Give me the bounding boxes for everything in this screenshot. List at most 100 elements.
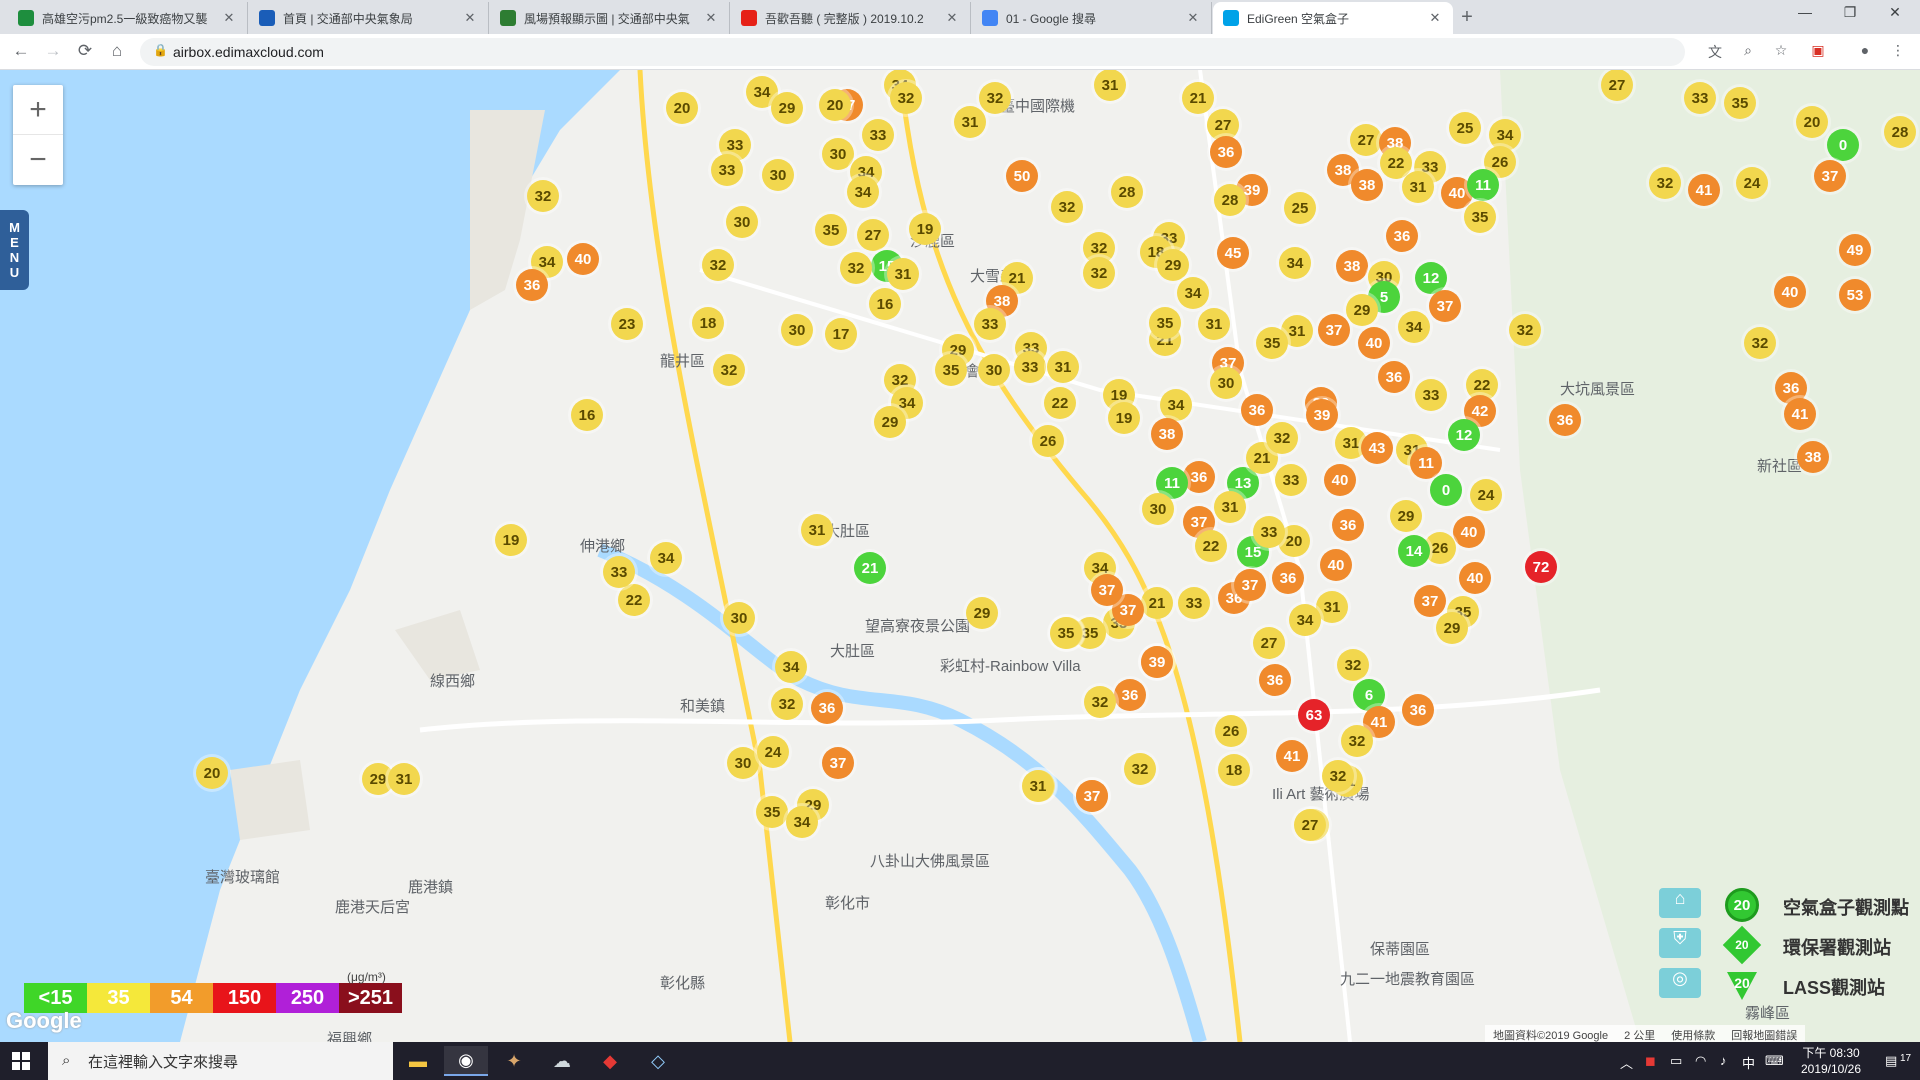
pm25-station-marker[interactable]: 31 bbox=[388, 763, 420, 795]
pm25-station-marker[interactable]: 19 bbox=[495, 524, 527, 556]
pm25-station-marker[interactable]: 30 bbox=[781, 314, 813, 346]
pm25-station-marker[interactable]: 35 bbox=[756, 796, 788, 828]
app-cloud-icon[interactable]: ☁ bbox=[540, 1046, 584, 1076]
pm25-station-marker[interactable]: 32 bbox=[1337, 649, 1369, 681]
pm25-station-marker[interactable]: 31 bbox=[954, 106, 986, 138]
pm25-station-marker[interactable]: 30 bbox=[727, 747, 759, 779]
pm25-station-marker[interactable]: 30 bbox=[1210, 367, 1242, 399]
browser-tab[interactable]: 01 - Google 搜尋 ✕ bbox=[972, 2, 1212, 34]
pm25-station-marker[interactable]: 31 bbox=[887, 258, 919, 290]
pm25-station-marker[interactable]: 20 bbox=[1796, 106, 1828, 138]
pm25-station-marker[interactable]: 33 bbox=[1014, 351, 1046, 383]
pm25-station-marker[interactable]: 32 bbox=[1341, 725, 1373, 757]
forward-icon[interactable]: → bbox=[42, 41, 64, 61]
pm25-station-marker[interactable]: 12 bbox=[1448, 419, 1480, 451]
pm25-station-marker[interactable]: 36 bbox=[1210, 136, 1242, 168]
pm25-station-marker[interactable]: 26 bbox=[1215, 715, 1247, 747]
pm25-station-marker[interactable]: 37 bbox=[1414, 585, 1446, 617]
pm25-station-marker[interactable]: 34 bbox=[1160, 389, 1192, 421]
pm25-station-marker[interactable]: 34 bbox=[650, 542, 682, 574]
restore-button[interactable]: ❐ bbox=[1830, 4, 1870, 21]
browser-tab[interactable]: 吾歡吾聽 ( 完整版 ) 2019.10.2 ✕ bbox=[731, 2, 971, 34]
pm25-station-marker[interactable]: 28 bbox=[1214, 184, 1246, 216]
pm25-station-marker[interactable]: 37 bbox=[1091, 574, 1123, 606]
pm25-station-marker[interactable]: 35 bbox=[1050, 617, 1082, 649]
pm25-station-marker[interactable]: 36 bbox=[1549, 404, 1581, 436]
pm25-station-marker[interactable]: 32 bbox=[1266, 422, 1298, 454]
pm25-station-marker[interactable]: 21 bbox=[854, 552, 886, 584]
close-window-button[interactable]: ✕ bbox=[1875, 4, 1915, 21]
pm25-station-marker[interactable]: 45 bbox=[1217, 237, 1249, 269]
pm25-station-marker[interactable]: 33 bbox=[1684, 82, 1716, 114]
pm25-station-marker[interactable]: 38 bbox=[1151, 418, 1183, 450]
url-text[interactable]: airbox.edimaxcloud.com bbox=[173, 44, 324, 60]
pm25-station-marker[interactable]: 35 bbox=[1149, 307, 1181, 339]
pm25-station-marker[interactable]: 37 bbox=[1234, 569, 1266, 601]
pm25-station-marker[interactable]: 29 bbox=[771, 92, 803, 124]
pm25-station-marker[interactable]: 38 bbox=[1336, 250, 1368, 282]
pm25-station-marker[interactable]: 40 bbox=[1324, 464, 1356, 496]
app-blue-icon[interactable]: ◇ bbox=[636, 1046, 680, 1076]
pm25-station-marker[interactable]: 24 bbox=[1470, 479, 1502, 511]
bookmark-star-icon[interactable]: ☆ bbox=[1771, 42, 1791, 59]
tab-close-icon[interactable]: ✕ bbox=[1427, 10, 1443, 26]
pm25-station-marker[interactable]: 36 bbox=[516, 269, 548, 301]
pm25-station-marker[interactable]: 30 bbox=[726, 206, 758, 238]
tab-close-icon[interactable]: ✕ bbox=[221, 10, 237, 26]
pm25-station-marker[interactable]: 30 bbox=[822, 138, 854, 170]
pm25-station-marker[interactable]: 32 bbox=[890, 82, 922, 114]
file-explorer-icon[interactable]: ▬ bbox=[396, 1046, 440, 1076]
notification-icon[interactable]: ▤ bbox=[1885, 1053, 1897, 1069]
pm25-station-marker[interactable]: 11 bbox=[1410, 447, 1442, 479]
pm25-station-marker[interactable]: 16 bbox=[571, 399, 603, 431]
browser-tab[interactable]: 高雄空污pm2.5一級致癌物又襲 ✕ bbox=[8, 2, 248, 34]
pm25-station-marker[interactable]: 37 bbox=[1814, 160, 1846, 192]
chrome-icon[interactable]: ◉ bbox=[444, 1046, 488, 1076]
pm25-station-marker[interactable]: 14 bbox=[1398, 535, 1430, 567]
reload-icon[interactable]: ⟳ bbox=[74, 41, 96, 61]
pm25-station-marker[interactable]: 72 bbox=[1525, 551, 1557, 583]
zoom-icon[interactable]: ⌕ bbox=[1738, 42, 1758, 59]
browser-tab[interactable]: EdiGreen 空氣盒子 ✕ bbox=[1213, 2, 1453, 34]
tray-keyboard-icon[interactable]: ⌨ bbox=[1765, 1053, 1784, 1069]
pm25-station-marker[interactable]: 27 bbox=[1601, 70, 1633, 101]
address-bar[interactable]: 🔒 airbox.edimaxcloud.com bbox=[140, 38, 1685, 66]
pm25-station-marker[interactable]: 34 bbox=[1279, 247, 1311, 279]
pm25-station-marker[interactable]: 24 bbox=[1736, 167, 1768, 199]
pm25-station-marker[interactable]: 33 bbox=[862, 119, 894, 151]
pm25-station-marker[interactable]: 32 bbox=[1083, 257, 1115, 289]
pm25-station-marker[interactable]: 34 bbox=[1398, 311, 1430, 343]
profile-icon[interactable]: ● bbox=[1855, 42, 1875, 58]
pm25-station-marker[interactable]: 36 bbox=[1114, 679, 1146, 711]
app-red-icon[interactable]: ◆ bbox=[588, 1046, 632, 1076]
pm25-station-marker[interactable]: 41 bbox=[1784, 398, 1816, 430]
pm25-station-marker[interactable]: 32 bbox=[1124, 753, 1156, 785]
pm25-station-marker[interactable]: 25 bbox=[1284, 192, 1316, 224]
zoom-in-button[interactable]: + bbox=[13, 85, 63, 135]
pm25-station-marker[interactable]: 34 bbox=[786, 806, 818, 838]
windows-start-icon[interactable] bbox=[12, 1052, 30, 1070]
pm25-station-marker[interactable]: 32 bbox=[1051, 191, 1083, 223]
attribution-item[interactable]: 使用條款 bbox=[1671, 1027, 1715, 1042]
pm25-station-marker[interactable]: 19 bbox=[909, 213, 941, 245]
pm25-station-marker[interactable]: 40 bbox=[1358, 327, 1390, 359]
pm25-station-marker[interactable]: 36 bbox=[1378, 361, 1410, 393]
pm25-station-marker[interactable]: 33 bbox=[1275, 464, 1307, 496]
pm25-station-marker[interactable]: 29 bbox=[966, 597, 998, 629]
pm25-station-marker[interactable]: 29 bbox=[1157, 249, 1189, 281]
tab-close-icon[interactable]: ✕ bbox=[462, 10, 478, 26]
pm25-station-marker[interactable]: 32 bbox=[713, 354, 745, 386]
pm25-station-marker[interactable]: 31 bbox=[1402, 171, 1434, 203]
pm25-station-marker[interactable]: 32 bbox=[527, 180, 559, 212]
pm25-station-marker[interactable]: 40 bbox=[567, 243, 599, 275]
back-icon[interactable]: ← bbox=[10, 41, 32, 61]
taskbar-clock[interactable]: 下午 08:30 2019/10/26 bbox=[1788, 1045, 1874, 1077]
pm25-station-marker[interactable]: 33 bbox=[603, 556, 635, 588]
pm25-station-marker[interactable]: 37 bbox=[822, 747, 854, 779]
tab-close-icon[interactable]: ✕ bbox=[703, 10, 719, 26]
tray-battery-icon[interactable]: ▭ bbox=[1670, 1053, 1682, 1069]
pm25-station-marker[interactable]: 35 bbox=[1256, 327, 1288, 359]
tray-security-icon[interactable]: ◼ bbox=[1645, 1053, 1656, 1069]
pm25-station-marker[interactable]: 49 bbox=[1839, 234, 1871, 266]
pm25-station-marker[interactable]: 32 bbox=[1744, 327, 1776, 359]
